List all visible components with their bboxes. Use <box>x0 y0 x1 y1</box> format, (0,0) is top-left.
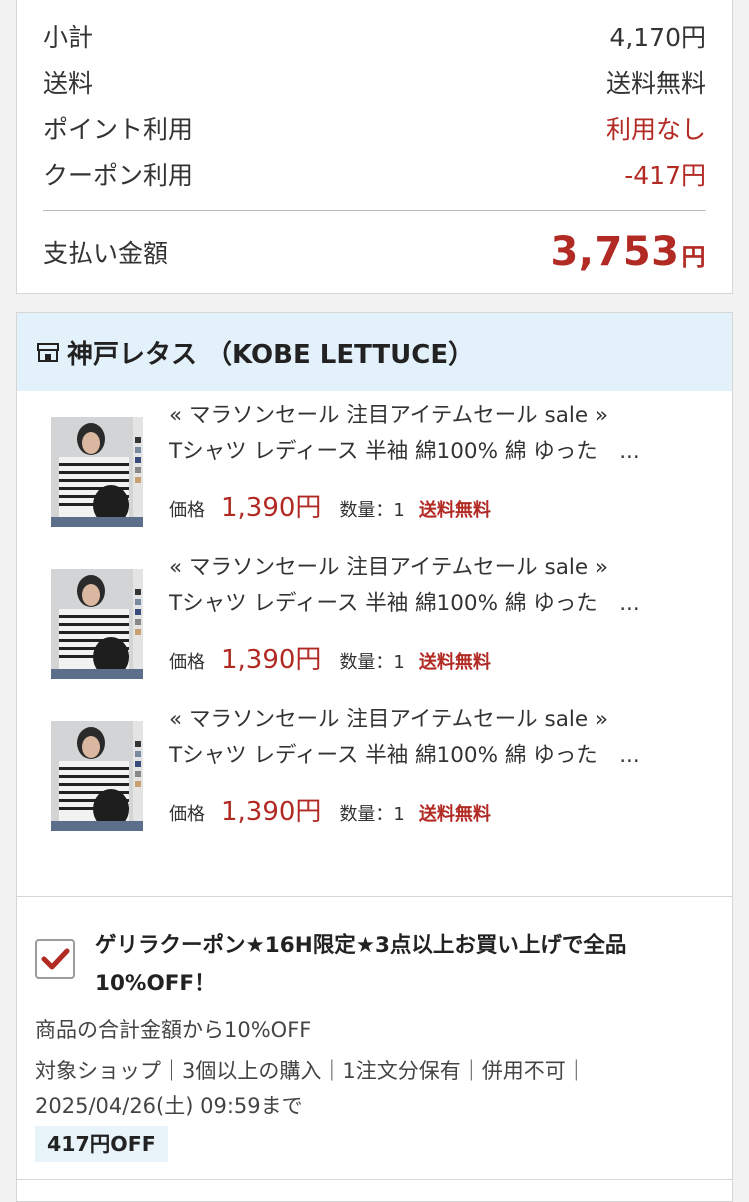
coupon-conditions: 対象ショップ｜3個以上の購入｜1注文分保有｜併用不可｜2025/04/26(土)… <box>35 1059 587 1118</box>
subtotal-value: 4,170円 <box>609 23 706 52</box>
shop-name[interactable]: 神戸レタス （KOBE LETTUCE） <box>67 334 474 371</box>
coupon-description: 商品の合計金額から10%OFF <box>35 1018 312 1042</box>
coupon-divider <box>17 896 732 897</box>
cart-item[interactable]: « マラソンセール 注目アイテムセール sale » Tシャツ レディース 半袖… <box>17 699 732 839</box>
item-meta: 価格 1,390円 数量：1 送料無料 <box>169 487 491 523</box>
product-thumbnail[interactable] <box>51 721 143 831</box>
total-amount: 3,753 <box>550 229 680 275</box>
item-title-line1[interactable]: « マラソンセール 注目アイテムセール sale » <box>169 550 709 586</box>
item-title-line1[interactable]: « マラソンセール 注目アイテムセール sale » <box>169 398 709 434</box>
points-value[interactable]: 利用なし <box>606 110 706 146</box>
item-quantity: 数量：1 <box>339 500 405 521</box>
item-quantity: 数量：1 <box>339 804 405 825</box>
item-title-line2[interactable]: Tシャツ レディース 半袖 綿100% 綿 ゆった ... <box>169 738 709 774</box>
item-title-line2[interactable]: Tシャツ レディース 半袖 綿100% 綿 ゆった ... <box>169 586 709 622</box>
item-title-line1[interactable]: « マラソンセール 注目アイテムセール sale » <box>169 702 709 738</box>
summary-divider <box>43 210 706 211</box>
shipping-value: 送料無料 <box>605 69 706 98</box>
product-thumbnail[interactable] <box>51 417 143 527</box>
coupon-value: -417円 <box>624 161 706 190</box>
item-title-line2[interactable]: Tシャツ レディース 半袖 綿100% 綿 ゆった ... <box>169 434 709 470</box>
bottom-divider <box>17 1179 732 1180</box>
order-summary: 小計 4,170円 送料 送料無料 ポイント利用 利用なし クーポン利用 -41… <box>16 0 733 294</box>
coupon-discount-badge: 417円OFF <box>35 1126 168 1162</box>
subtotal-label: 小計 <box>43 23 94 52</box>
total-value: 3,753円 <box>550 229 706 275</box>
subtotal-row: 小計 4,170円 <box>43 16 706 56</box>
total-unit: 円 <box>681 243 706 271</box>
total-row: 支払い金額 3,753円 <box>43 224 706 280</box>
free-shipping-label: 送料無料 <box>418 652 491 673</box>
shop-header[interactable]: 神戸レタス （KOBE LETTUCE） <box>17 313 732 391</box>
coupon-label: クーポン利用 <box>43 161 194 190</box>
coupon-row[interactable]: クーポン利用 -417円 <box>43 154 706 194</box>
total-label: 支払い金額 <box>43 239 169 268</box>
checkmark-icon <box>41 948 70 970</box>
cart-item[interactable]: « マラソンセール 注目アイテムセール sale » Tシャツ レディース 半袖… <box>17 547 732 687</box>
item-price: 1,390円 <box>221 493 322 523</box>
shop-icon <box>37 343 59 362</box>
free-shipping-label: 送料無料 <box>418 804 491 825</box>
points-row[interactable]: ポイント利用 利用なし <box>43 108 706 148</box>
price-label: 価格 <box>169 804 205 825</box>
item-quantity: 数量：1 <box>339 652 405 673</box>
shipping-row: 送料 送料無料 <box>43 62 706 102</box>
item-price: 1,390円 <box>221 797 322 827</box>
price-label: 価格 <box>169 652 205 673</box>
price-label: 価格 <box>169 500 205 521</box>
product-thumbnail[interactable] <box>51 569 143 679</box>
free-shipping-label: 送料無料 <box>418 500 491 521</box>
item-price: 1,390円 <box>221 645 322 675</box>
cart-item[interactable]: « マラソンセール 注目アイテムセール sale » Tシャツ レディース 半袖… <box>17 395 732 535</box>
shop-card: 神戸レタス （KOBE LETTUCE） « マラソンセール 注目アイテムセール… <box>16 312 733 1202</box>
coupon-title[interactable]: ゲリラクーポン★16H限定★3点以上お買い上げで全品10%OFF！ <box>95 927 715 1003</box>
coupon-checkbox[interactable] <box>35 939 75 979</box>
item-meta: 価格 1,390円 数量：1 送料無料 <box>169 639 491 675</box>
points-label: ポイント利用 <box>43 115 194 144</box>
shipping-label: 送料 <box>43 69 94 98</box>
item-meta: 価格 1,390円 数量：1 送料無料 <box>169 791 491 827</box>
